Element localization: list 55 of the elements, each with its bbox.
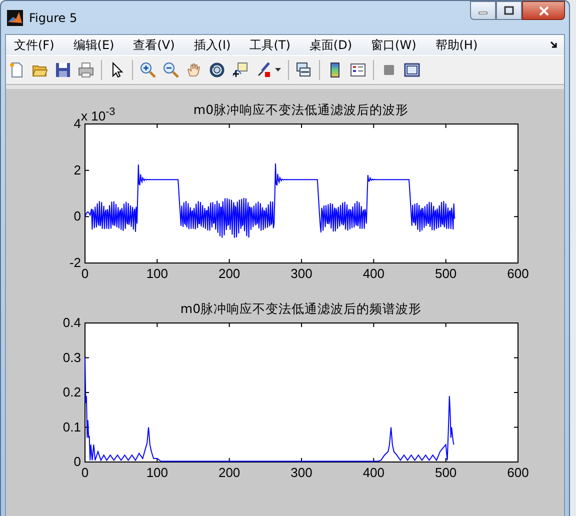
x-tick-label: 500 (434, 465, 457, 480)
window-title: Figure 5 (29, 10, 78, 24)
x-tick-label: 0 (81, 266, 89, 281)
x-tick-label: 600 (507, 266, 529, 281)
menu-item[interactable]: 窗口(W) (371, 36, 424, 54)
zoom-in-icon[interactable] (140, 62, 156, 78)
x-tick-label: 100 (146, 465, 168, 480)
dropdown-caret-icon[interactable] (275, 68, 281, 72)
x-tick-label: 0 (81, 465, 89, 480)
y-tick-label: 0.2 (62, 384, 81, 400)
x-tick-label: 400 (362, 266, 385, 281)
data-cursor-icon[interactable] (232, 62, 248, 78)
y-tick-label: 0.4 (62, 315, 81, 330)
x-tick-label: 300 (290, 465, 312, 480)
menu-item[interactable]: 查看(V) (133, 36, 183, 54)
dock-arrow-icon[interactable] (550, 41, 558, 49)
x-tick-label: 400 (362, 465, 385, 480)
y-tick-label: 0 (74, 208, 81, 224)
app-icon (7, 10, 23, 26)
x-tick-label: 200 (218, 465, 240, 480)
menu-item[interactable]: 桌面(D) (309, 36, 360, 54)
y-tick-label: 0 (74, 454, 81, 469)
save-icon[interactable] (55, 62, 71, 78)
plot-tools-icon[interactable] (404, 62, 420, 78)
x-tick-label: 600 (507, 465, 529, 480)
rotate-icon[interactable] (209, 62, 225, 78)
printer-icon[interactable] (78, 62, 94, 78)
link-icon[interactable] (296, 62, 312, 78)
maximize-icon (504, 6, 514, 16)
menu-item[interactable]: 编辑(E) (73, 36, 122, 54)
y-tick-label: -2 (69, 255, 81, 270)
y-tick-label: 0.3 (62, 350, 81, 365)
x-tick-label: 200 (218, 266, 240, 281)
plot-title: m0脉冲响应不变法低通滤波后的频谱波形 (180, 301, 422, 316)
square-icon[interactable] (381, 62, 397, 78)
y-tick-label: 2 (74, 162, 81, 178)
x-tick-label: 100 (146, 266, 168, 281)
axis-scale-label: x 10$^{-3}$ (81, 105, 116, 122)
menu-item[interactable]: 文件(F) (14, 36, 62, 54)
y-tick-label: 0.1 (62, 419, 81, 434)
maximize-button[interactable] (496, 1, 522, 20)
menu-item[interactable]: 帮助(H) (435, 36, 486, 54)
x-tick-label: 500 (434, 266, 457, 281)
minimize-button[interactable] (470, 1, 496, 20)
x-tick-label: 300 (290, 266, 312, 281)
new-file-icon[interactable] (9, 62, 25, 78)
menu-item[interactable]: 插入(I) (194, 36, 239, 54)
zoom-out-icon[interactable] (163, 62, 179, 78)
menu-item[interactable]: 工具(T) (250, 36, 298, 54)
plot-title: m0脉冲响应不变法低通滤波后的波形 (193, 102, 409, 117)
hand-icon[interactable] (186, 62, 202, 78)
close-button[interactable] (522, 1, 565, 20)
legend-icon[interactable] (350, 62, 366, 78)
y-tick-label: 4 (74, 116, 81, 131)
close-icon (538, 6, 548, 16)
